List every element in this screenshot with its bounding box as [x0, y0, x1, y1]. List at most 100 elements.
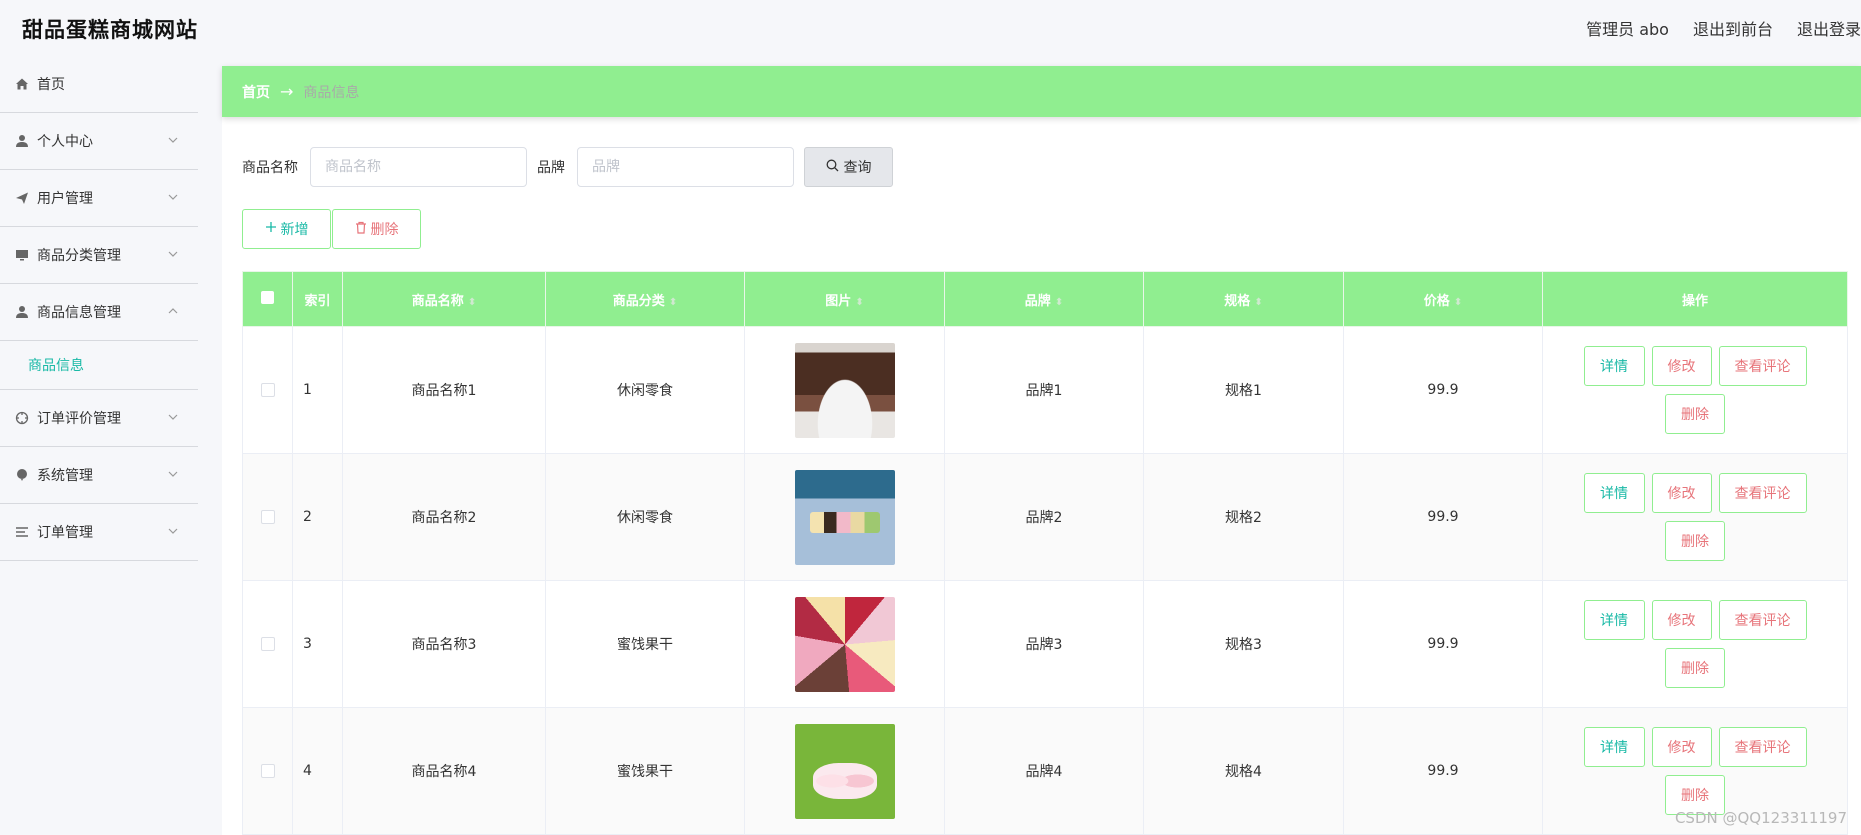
batch-delete-button-label: 删除: [370, 222, 399, 238]
detail-button[interactable]: 详情: [1583, 600, 1645, 640]
top-header: 甜品蛋糕商城网站 管理员 abo 退出到前台 退出登录: [0, 0, 1861, 56]
cell-spec: 规格2: [1143, 453, 1344, 581]
sidebar-item-personal-center[interactable]: 个人中心: [0, 113, 198, 170]
product-name-input[interactable]: [310, 147, 527, 187]
cell-name: 商品名称1: [342, 326, 546, 454]
cell-brand: 品牌4: [944, 707, 1144, 835]
sort-icon[interactable]: ⬍: [1055, 297, 1063, 308]
detail-button[interactable]: 详情: [1583, 346, 1645, 386]
cell-price: 99.9: [1343, 326, 1543, 454]
edit-button[interactable]: 修改: [1651, 346, 1712, 386]
column-header-image[interactable]: 图片 ⬍: [744, 271, 945, 327]
cell-spec: 规格3: [1143, 580, 1344, 708]
sidebar-item-order-review-management[interactable]: 订单评价管理: [0, 390, 198, 447]
breadcrumb-home[interactable]: 首页: [242, 82, 270, 102]
table-row: 4 商品名称4 蜜饯果干 品牌4 规格4 99.9 详情 修改 查看评论 删除: [242, 707, 1848, 835]
product-table: 索引 商品名称 ⬍ 商品分类 ⬍ 图片 ⬍ 品牌 ⬍ 规格 ⬍ 价格 ⬍ 操作 1 商品名称…: [242, 271, 1848, 835]
add-button[interactable]: 新增: [242, 209, 331, 249]
search-bar: 商品名称 品牌 查询: [242, 147, 893, 187]
paper-plane-icon: [14, 190, 30, 206]
header-links: 管理员 abo 退出到前台 退出登录: [1586, 16, 1861, 40]
delete-button[interactable]: 删除: [1665, 521, 1725, 561]
sidebar: 首页 个人中心 用户管理 商品分类管理 商品信息管理 商品信息 订单评价管理 系…: [0, 56, 198, 835]
product-name-label: 商品名称: [242, 160, 298, 176]
column-header-name[interactable]: 商品名称 ⬍: [342, 271, 546, 327]
sort-icon[interactable]: ⬍: [1254, 297, 1262, 308]
sidebar-item-user-management[interactable]: 用户管理: [0, 170, 198, 227]
table-row: 2 商品名称2 休闲零食 品牌2 规格2 99.9 详情 修改 查看评论 删除: [242, 453, 1848, 581]
cell-brand: 品牌3: [944, 580, 1144, 708]
edit-button[interactable]: 修改: [1651, 600, 1712, 640]
sort-icon[interactable]: ⬍: [468, 297, 476, 308]
sidebar-item-order-management[interactable]: 订单管理: [0, 504, 198, 561]
back-to-front-link[interactable]: 退出到前台: [1693, 16, 1773, 40]
sort-icon[interactable]: ⬍: [669, 297, 677, 308]
detail-button[interactable]: 详情: [1583, 473, 1645, 513]
edit-button[interactable]: 修改: [1651, 727, 1712, 767]
sidebar-item-label: 用户管理: [37, 191, 93, 207]
product-image[interactable]: [794, 469, 895, 565]
sidebar-item-label: 首页: [37, 77, 65, 93]
table-row: 1 商品名称1 休闲零食 品牌1 规格1 99.9 详情 修改 查看评论 删除: [242, 326, 1848, 454]
logout-link[interactable]: 退出登录: [1797, 16, 1861, 40]
product-image[interactable]: [794, 342, 895, 438]
cell-brand: 品牌1: [944, 326, 1144, 454]
product-image[interactable]: [794, 596, 895, 692]
product-image[interactable]: [794, 723, 895, 819]
watermark: CSDN @QQ123311197: [1674, 809, 1847, 827]
column-header-brand[interactable]: 品牌 ⬍: [944, 271, 1144, 327]
user-icon: [14, 304, 30, 320]
column-header-spec[interactable]: 规格 ⬍: [1143, 271, 1344, 327]
row-checkbox[interactable]: [260, 637, 275, 651]
cell-spec: 规格4: [1143, 707, 1344, 835]
batch-delete-button[interactable]: 删除: [332, 209, 421, 249]
view-reviews-button[interactable]: 查看评论: [1718, 727, 1807, 767]
column-header-index: 索引: [292, 271, 343, 327]
sort-icon[interactable]: ⬍: [855, 297, 863, 308]
balloon-icon: [14, 467, 30, 483]
delete-button[interactable]: 删除: [1665, 648, 1725, 688]
select-all-cell[interactable]: [242, 271, 293, 327]
column-header-category[interactable]: 商品分类 ⬍: [545, 271, 745, 327]
list-icon: [14, 524, 30, 540]
view-reviews-button[interactable]: 查看评论: [1718, 473, 1807, 513]
sidebar-item-label: 系统管理: [37, 468, 93, 484]
cell-ops: 详情 修改 查看评论 删除: [1542, 580, 1848, 708]
sort-icon[interactable]: ⬍: [1454, 297, 1462, 308]
crosshair-icon: [14, 410, 30, 426]
sidebar-item-product-info-management[interactable]: 商品信息管理: [0, 284, 198, 341]
cell-category: 休闲零食: [545, 453, 745, 581]
edit-button[interactable]: 修改: [1651, 473, 1712, 513]
column-header-price[interactable]: 价格 ⬍: [1343, 271, 1543, 327]
cell-image: [744, 326, 945, 454]
view-reviews-button[interactable]: 查看评论: [1718, 346, 1807, 386]
user-icon: [14, 133, 30, 149]
main-content: 首页 → 商品信息 商品名称 品牌 查询 新增 删除 索引: [222, 66, 1861, 835]
table-row: 3 商品名称3 蜜饯果干 品牌3 规格3 99.9 详情 修改 查看评论 删除: [242, 580, 1848, 708]
breadcrumb: 首页 → 商品信息: [222, 66, 1861, 117]
sidebar-item-category-management[interactable]: 商品分类管理: [0, 227, 198, 284]
cell-brand: 品牌2: [944, 453, 1144, 581]
cell-image: [744, 580, 945, 708]
brand-input[interactable]: [577, 147, 794, 187]
home-icon: [14, 76, 30, 92]
select-all-checkbox[interactable]: [261, 290, 274, 304]
query-button[interactable]: 查询: [804, 147, 893, 187]
row-checkbox[interactable]: [260, 510, 275, 524]
chevron-down-icon: [168, 467, 178, 483]
row-checkbox[interactable]: [260, 383, 275, 397]
sidebar-item-system-management[interactable]: 系统管理: [0, 447, 198, 504]
breadcrumb-current: 商品信息: [303, 84, 360, 101]
delete-button[interactable]: 删除: [1665, 394, 1725, 434]
detail-button[interactable]: 详情: [1583, 727, 1645, 767]
monitor-icon: [14, 247, 30, 263]
cell-ops: 详情 修改 查看评论 删除: [1542, 326, 1848, 454]
view-reviews-button[interactable]: 查看评论: [1718, 600, 1807, 640]
sidebar-item-label: 商品信息管理: [37, 305, 121, 321]
submenu-item-product-info[interactable]: 商品信息: [0, 341, 198, 390]
chevron-down-icon: [168, 524, 178, 540]
row-checkbox[interactable]: [260, 764, 275, 778]
sidebar-item-label: 商品分类管理: [37, 248, 121, 264]
sidebar-item-home[interactable]: 首页: [0, 56, 198, 113]
cell-index: 3: [292, 580, 343, 708]
